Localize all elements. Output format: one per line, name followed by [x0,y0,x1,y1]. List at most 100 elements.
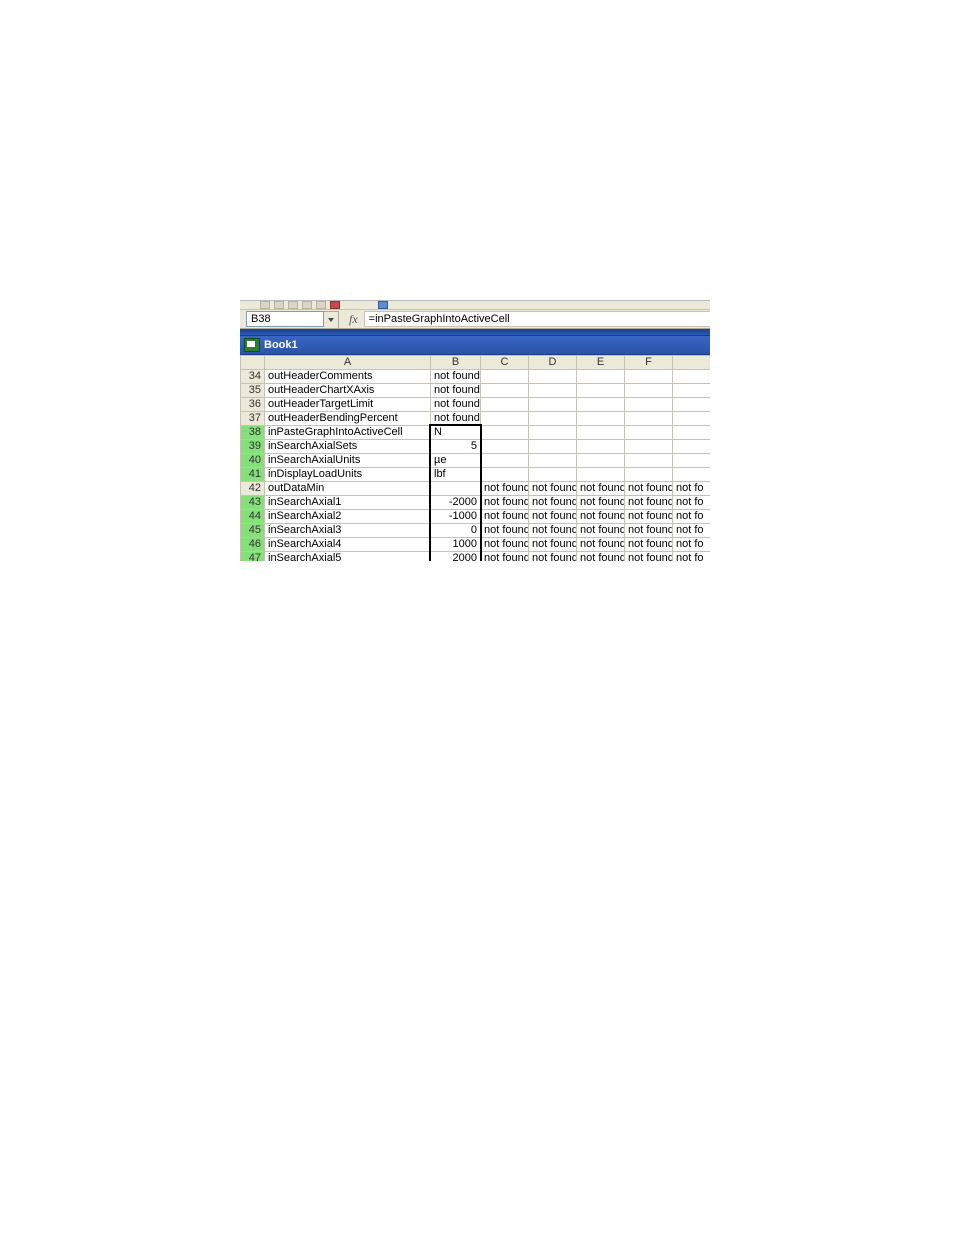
cell[interactable]: not found [577,496,625,510]
cell[interactable]: outHeaderComments [265,370,431,384]
cell[interactable]: inSearchAxial3 [265,524,431,538]
cell[interactable] [481,440,529,454]
cell[interactable]: not found [481,524,529,538]
cell[interactable]: inSearchAxialSets [265,440,431,454]
cell[interactable]: not found [481,538,529,552]
cell[interactable] [673,412,711,426]
cell[interactable]: not found [625,510,673,524]
cell[interactable]: 5 [431,440,481,454]
row-header[interactable]: 45 [241,524,265,538]
cell[interactable]: not found [529,524,577,538]
row-header[interactable]: 36 [241,398,265,412]
row-header[interactable]: 38 [241,426,265,440]
cell[interactable]: inSearchAxial5 [265,552,431,562]
cell[interactable]: not found [625,482,673,496]
cell[interactable]: not found [481,496,529,510]
cell[interactable] [529,468,577,482]
cell[interactable] [625,468,673,482]
row-header[interactable]: 39 [241,440,265,454]
cell[interactable]: not fo [673,510,711,524]
cell[interactable] [673,370,711,384]
cell[interactable] [529,370,577,384]
column-header-e[interactable]: E [577,356,625,370]
cell[interactable]: not found [529,482,577,496]
cell[interactable] [625,454,673,468]
row-header[interactable]: 47 [241,552,265,562]
cell[interactable] [625,412,673,426]
name-box-dropdown[interactable] [324,311,339,329]
cell[interactable]: inSearchAxial4 [265,538,431,552]
column-header-d[interactable]: D [529,356,577,370]
fx-icon[interactable]: fx [347,310,364,328]
column-header-a[interactable]: A [265,356,431,370]
cell[interactable] [481,468,529,482]
cell[interactable]: not found [529,552,577,562]
cell[interactable]: not fo [673,482,711,496]
toolbar-button[interactable] [288,301,298,309]
cell[interactable]: outHeaderChartXAxis [265,384,431,398]
cell[interactable]: µe [431,454,481,468]
cell[interactable] [529,384,577,398]
cell[interactable]: inDisplayLoadUnits [265,468,431,482]
cell[interactable]: not found [431,370,481,384]
cell[interactable] [577,398,625,412]
cell[interactable] [673,426,711,440]
cell[interactable] [577,426,625,440]
cell[interactable]: not fo [673,496,711,510]
cell[interactable]: lbf [431,468,481,482]
cell[interactable]: inSearchAxial2 [265,510,431,524]
row-header[interactable]: 42 [241,482,265,496]
cell[interactable]: outDataMin [265,482,431,496]
row-header[interactable]: 43 [241,496,265,510]
column-header-c[interactable]: C [481,356,529,370]
cell[interactable] [481,370,529,384]
cell[interactable] [431,482,481,496]
formula-input[interactable]: =inPasteGraphIntoActiveCell [364,311,710,327]
row-header[interactable]: 41 [241,468,265,482]
cell[interactable]: not fo [673,552,711,562]
column-header-f[interactable]: F [625,356,673,370]
cell[interactable]: not found [577,552,625,562]
cell[interactable]: not found [625,552,673,562]
cell[interactable]: not found [529,496,577,510]
cell[interactable] [577,454,625,468]
cell[interactable]: -1000 [431,510,481,524]
cell[interactable]: not found [577,524,625,538]
cell[interactable]: not found [481,482,529,496]
cell[interactable]: not found [481,552,529,562]
cell[interactable]: not found [529,538,577,552]
cell[interactable] [577,440,625,454]
cell[interactable]: 0 [431,524,481,538]
toolbar-button[interactable] [378,301,388,309]
cell[interactable]: not found [577,482,625,496]
cell[interactable]: not found [577,510,625,524]
select-all-corner[interactable] [241,356,265,370]
cell[interactable] [529,440,577,454]
column-header-b[interactable]: B [431,356,481,370]
cell[interactable]: inPasteGraphIntoActiveCell [265,426,431,440]
cell[interactable] [673,440,711,454]
row-header[interactable]: 40 [241,454,265,468]
cell[interactable]: not found [577,538,625,552]
cell[interactable]: not fo [673,524,711,538]
cell[interactable] [577,370,625,384]
cell[interactable]: inSearchAxialUnits [265,454,431,468]
cell[interactable]: inSearchAxial1 [265,496,431,510]
cell[interactable] [625,398,673,412]
cell[interactable]: not found [431,398,481,412]
cell[interactable]: not found [431,412,481,426]
cell[interactable]: not found [625,538,673,552]
cell[interactable]: -2000 [431,496,481,510]
toolbar-button[interactable] [260,301,270,309]
row-header[interactable]: 34 [241,370,265,384]
cell[interactable]: outHeaderTargetLimit [265,398,431,412]
toolbar-button[interactable] [274,301,284,309]
cell[interactable]: not fo [673,538,711,552]
row-header[interactable]: 46 [241,538,265,552]
cell[interactable]: 2000 [431,552,481,562]
row-header[interactable]: 35 [241,384,265,398]
cell[interactable] [481,426,529,440]
cell[interactable] [529,426,577,440]
cell[interactable] [625,384,673,398]
toolbar-button[interactable] [330,301,340,309]
